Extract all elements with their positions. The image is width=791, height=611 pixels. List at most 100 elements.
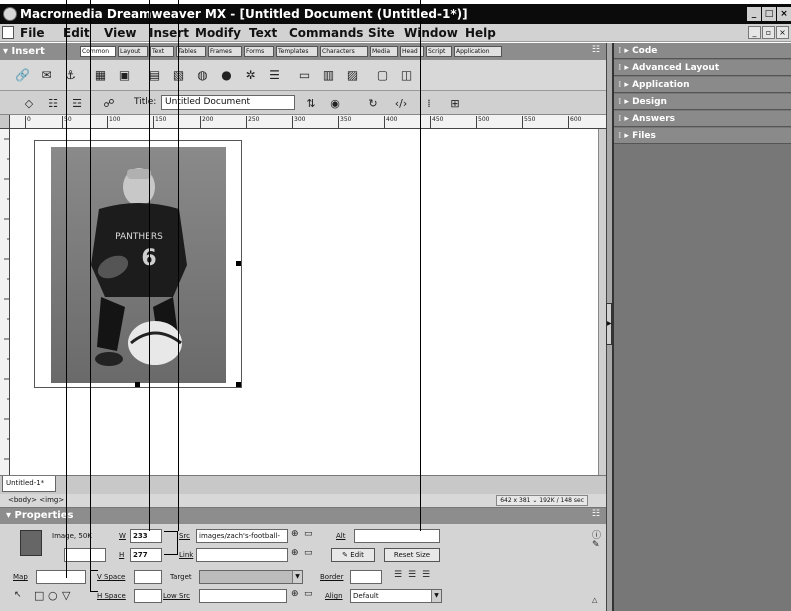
link-point-to-file-icon[interactable]: ⊕: [291, 548, 299, 558]
map-name-field[interactable]: [36, 570, 86, 584]
height-field[interactable]: 277: [130, 548, 162, 562]
panel-grip-icon[interactable]: ⁞: [618, 131, 621, 141]
file-management-icon[interactable]: ⇅: [302, 95, 320, 111]
tabular-data-icon[interactable]: ▨: [344, 67, 361, 83]
tab-forms[interactable]: Forms: [244, 46, 274, 57]
ruler-origin[interactable]: [0, 115, 10, 129]
dreamweaver-app-icon[interactable]: [3, 7, 17, 21]
polygon-hotspot-icon[interactable]: ▽: [62, 589, 70, 602]
collapse-expand-icon[interactable]: △: [592, 596, 597, 604]
panel-design[interactable]: ⁞ ▸ Design: [614, 94, 791, 110]
tab-characters[interactable]: Characters: [320, 46, 368, 57]
tab-tables[interactable]: Tables: [176, 46, 206, 57]
tab-application[interactable]: Application: [454, 46, 502, 57]
tab-layout[interactable]: Layout: [118, 46, 148, 57]
lowsrc-field[interactable]: [199, 589, 287, 603]
named-anchor-icon[interactable]: ⚓: [62, 67, 79, 83]
window-title-bar[interactable]: Macromedia Dreamweaver MX - [Untitled Do…: [0, 4, 791, 24]
layer-icon[interactable]: ▣: [116, 67, 133, 83]
align-left-icon[interactable]: ☰: [394, 570, 402, 580]
panel-grip-icon[interactable]: ⁞: [618, 114, 621, 124]
resize-handle-right[interactable]: [236, 261, 241, 266]
resize-handle-corner[interactable]: [236, 382, 241, 387]
target-dropdown[interactable]: ▼: [199, 570, 303, 584]
align-dropdown-arrow-icon[interactable]: ▼: [431, 590, 441, 602]
live-data-icon[interactable]: ☍: [100, 95, 118, 111]
menu-commands[interactable]: Commands: [289, 24, 363, 42]
menu-modify[interactable]: Modify: [195, 24, 241, 42]
circle-hotspot-icon[interactable]: ○: [48, 589, 58, 602]
edit-button[interactable]: ✎ Edit: [331, 548, 375, 562]
view-options-icon[interactable]: ⁞: [420, 95, 438, 111]
hyperlink-icon[interactable]: 🔗: [14, 67, 31, 83]
split-view-icon[interactable]: ☷: [44, 95, 62, 111]
properties-options-icon[interactable]: ☷: [592, 509, 600, 519]
resize-handle-bottom[interactable]: [135, 382, 140, 387]
menu-site[interactable]: Site: [368, 24, 395, 42]
window-size-download-time[interactable]: 642 x 381 ⌄ 192K / 148 sec: [496, 495, 588, 506]
align-center-icon[interactable]: ☰: [408, 570, 416, 580]
doc-restore-button[interactable]: ▫: [762, 26, 775, 39]
panel-grip-icon[interactable]: ⁞: [618, 63, 621, 73]
menu-help[interactable]: Help: [465, 24, 496, 42]
panel-application[interactable]: ⁞ ▸ Application: [614, 77, 791, 93]
vspace-field[interactable]: [134, 570, 162, 584]
design-view[interactable]: PANTHERS 6: [10, 129, 606, 475]
panel-files[interactable]: ⁞ ▸ Files: [614, 128, 791, 144]
document-tab[interactable]: Untitled-1*: [2, 476, 56, 492]
tab-common[interactable]: Common: [80, 46, 116, 57]
tab-frames[interactable]: Frames: [208, 46, 242, 57]
code-view-icon[interactable]: ◇: [20, 95, 38, 111]
reset-size-button[interactable]: Reset Size: [384, 548, 440, 562]
border-field[interactable]: [350, 570, 382, 584]
browse-folder-icon[interactable]: ▭: [304, 529, 313, 539]
panel-options-icon[interactable]: ☷: [592, 45, 600, 55]
link-field[interactable]: [196, 548, 288, 562]
menu-insert[interactable]: Insert: [149, 24, 189, 42]
align-dropdown[interactable]: Default ▼: [350, 589, 442, 603]
preview-browser-icon[interactable]: ◉: [326, 95, 344, 111]
src-field[interactable]: images/zach's-football-: [196, 529, 288, 543]
maximize-button[interactable]: □: [762, 7, 776, 21]
tab-script[interactable]: Script: [426, 46, 452, 57]
panel-code[interactable]: ⁞ ▸ Code: [614, 43, 791, 59]
tab-text[interactable]: Text: [150, 46, 174, 57]
minimize-button[interactable]: _: [747, 7, 761, 21]
align-right-icon[interactable]: ☰: [422, 570, 430, 580]
panel-grip-icon[interactable]: ⁞: [618, 97, 621, 107]
email-icon[interactable]: ◫: [398, 67, 415, 83]
tab-templates[interactable]: Templates: [276, 46, 318, 57]
date-icon[interactable]: ▥: [320, 67, 337, 83]
width-field[interactable]: 233: [130, 529, 162, 543]
rectangle-hotspot-icon[interactable]: □: [34, 589, 44, 602]
title-input[interactable]: Untitled Document: [161, 95, 295, 110]
panel-grip-icon[interactable]: ⁞: [618, 46, 621, 56]
image-name-field[interactable]: [64, 548, 106, 562]
navigation-bar-icon[interactable]: ☰: [266, 67, 283, 83]
alt-field[interactable]: [354, 529, 440, 543]
hspace-field[interactable]: [134, 589, 162, 603]
design-view-icon[interactable]: ☲: [68, 95, 86, 111]
menu-file[interactable]: File: [20, 24, 45, 42]
panel-advanced-layout[interactable]: ⁞ ▸ Advanced Layout: [614, 60, 791, 76]
flash-icon[interactable]: ●: [218, 67, 235, 83]
pointer-hotspot-icon[interactable]: ↖: [14, 590, 22, 600]
email-link-icon[interactable]: ✉: [38, 67, 55, 83]
comment-icon[interactable]: ▢: [374, 67, 391, 83]
rollover-image-icon[interactable]: ✲: [242, 67, 259, 83]
refresh-icon[interactable]: ↻: [364, 95, 382, 111]
menu-view[interactable]: View: [104, 24, 136, 42]
code-navigation-icon[interactable]: ‹/›: [392, 95, 410, 111]
doc-minimize-button[interactable]: _: [748, 26, 761, 39]
horizontal-rule-icon[interactable]: ▭: [296, 67, 313, 83]
tag-selector[interactable]: <body> <img>: [8, 496, 64, 504]
table-icon[interactable]: ▦: [92, 67, 109, 83]
target-dropdown-arrow-icon[interactable]: ▼: [292, 571, 302, 583]
link-browse-folder-icon[interactable]: ▭: [304, 548, 313, 558]
menu-text[interactable]: Text: [249, 24, 277, 42]
visual-aids-icon[interactable]: ⊞: [446, 95, 464, 111]
menu-window[interactable]: Window: [404, 24, 458, 42]
panel-answers[interactable]: ⁞ ▸ Answers: [614, 111, 791, 127]
doc-close-button[interactable]: ×: [776, 26, 789, 39]
close-button[interactable]: ×: [777, 7, 791, 21]
